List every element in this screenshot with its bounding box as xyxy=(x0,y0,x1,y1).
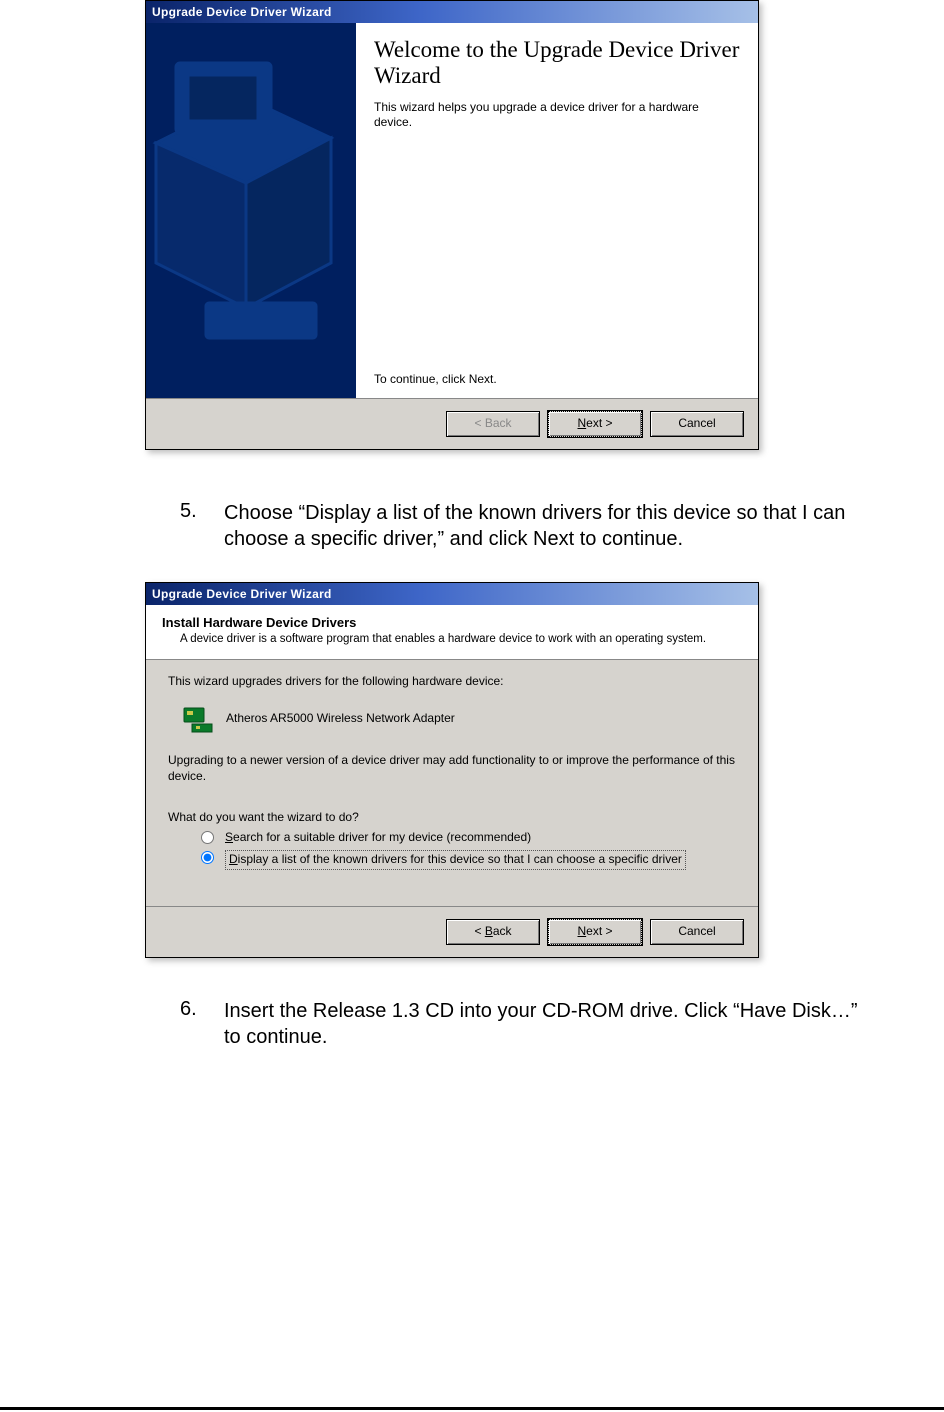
wizard-install-dialog: Upgrade Device Driver Wizard Install Har… xyxy=(145,582,759,958)
dialog-body: Welcome to the Upgrade Device Driver Wiz… xyxy=(146,23,758,398)
back-button: < Back xyxy=(446,411,540,437)
header-subtitle: A device driver is a software program th… xyxy=(180,632,742,647)
radio-display-label: isplay a list of the known drivers for t… xyxy=(238,852,682,866)
network-adapter-icon xyxy=(182,702,214,734)
cancel-button[interactable]: Cancel xyxy=(650,411,744,437)
window-title: Upgrade Device Driver Wizard xyxy=(152,587,332,601)
body-prompt: What do you want the wizard to do? xyxy=(168,810,736,824)
back-button[interactable]: < Back xyxy=(446,919,540,945)
wizard-sidebar-graphic xyxy=(146,23,356,398)
body-line2: Upgrading to a newer version of a device… xyxy=(168,752,736,784)
dialog-header: Install Hardware Device Drivers A device… xyxy=(146,605,758,660)
dialog-footer: < Back Next > Cancel xyxy=(146,906,758,957)
radio-search[interactable]: Search for a suitable driver for my devi… xyxy=(196,830,736,846)
dialog-body: This wizard upgrades drivers for the fol… xyxy=(146,660,758,906)
radio-display[interactable]: Display a list of the known drivers for … xyxy=(196,850,736,870)
step-number: 5. xyxy=(180,500,206,552)
next-button[interactable]: Next > xyxy=(548,919,642,945)
wizard-intro-text: This wizard helps you upgrade a device d… xyxy=(374,100,740,131)
dialog-footer: < Back Next > Cancel xyxy=(146,398,758,449)
header-title: Install Hardware Device Drivers xyxy=(162,615,742,630)
radio-display-input[interactable] xyxy=(201,851,214,864)
step-text: Insert the Release 1.3 CD into your CD-R… xyxy=(224,998,864,1050)
titlebar: Upgrade Device Driver Wizard xyxy=(146,583,758,605)
wizard-welcome-dialog: Upgrade Device Driver Wizard Welcome to … xyxy=(145,0,759,450)
titlebar: Upgrade Device Driver Wizard xyxy=(146,1,758,23)
dialog-content: Welcome to the Upgrade Device Driver Wiz… xyxy=(356,23,758,398)
step-number: 6. xyxy=(180,998,206,1050)
radio-search-input[interactable] xyxy=(201,831,214,844)
device-row: Atheros AR5000 Wireless Network Adapter xyxy=(182,702,736,734)
radio-group: Search for a suitable driver for my devi… xyxy=(196,830,736,869)
device-name: Atheros AR5000 Wireless Network Adapter xyxy=(226,711,455,725)
cancel-button[interactable]: Cancel xyxy=(650,919,744,945)
radio-search-label: earch for a suitable driver for my devic… xyxy=(233,830,531,844)
instruction-step-5: 5. Choose “Display a list of the known d… xyxy=(180,500,864,552)
computer-icon xyxy=(146,23,356,398)
wizard-continue-text: To continue, click Next. xyxy=(374,372,740,388)
window-title: Upgrade Device Driver Wizard xyxy=(152,5,332,19)
wizard-heading: Welcome to the Upgrade Device Driver Wiz… xyxy=(374,37,740,90)
instruction-step-6: 6. Insert the Release 1.3 CD into your C… xyxy=(180,998,864,1050)
step-text: Choose “Display a list of the known driv… xyxy=(224,500,864,552)
body-line1: This wizard upgrades drivers for the fol… xyxy=(168,674,736,688)
page-divider xyxy=(0,1407,944,1410)
next-button[interactable]: Next > xyxy=(548,411,642,437)
